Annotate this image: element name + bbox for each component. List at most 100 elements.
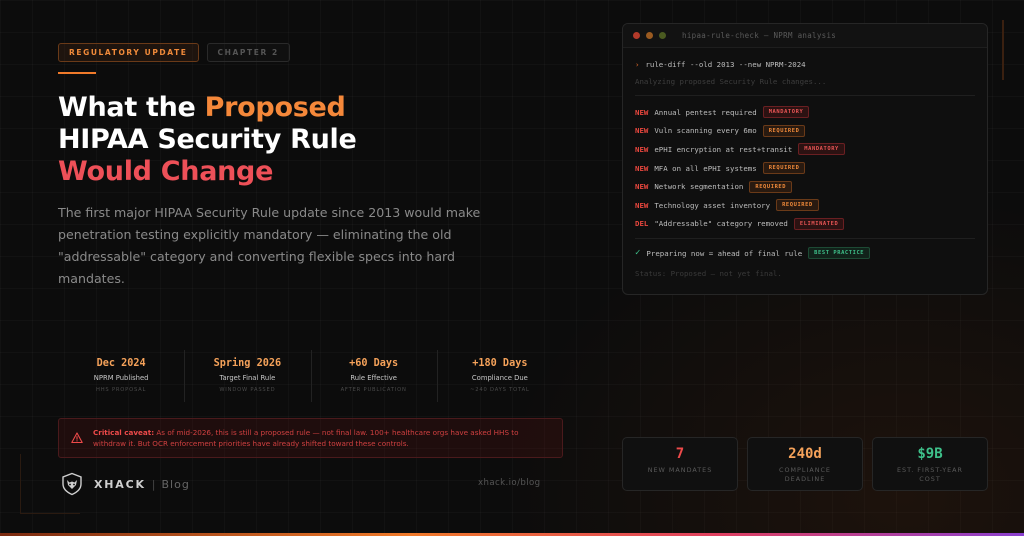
stat-value: $9B — [917, 446, 943, 462]
brand-section: Blog — [161, 477, 190, 491]
stat-card-first-year-cost: $9B EST. FIRST-YEAR COST — [872, 437, 988, 491]
diff-kind: NEW — [635, 163, 649, 173]
status-badge: REQUIRED — [749, 180, 793, 193]
command-text: rule-diff --old 2013 --new NPRM-2024 — [645, 60, 806, 69]
diff-text: "Addressable" category removed — [654, 219, 788, 229]
close-dot-icon[interactable] — [633, 32, 640, 39]
timeline-item: Spring 2026 Target Final Rule WINDOW PAS… — [184, 348, 310, 404]
timeline-label: Rule Effective — [350, 374, 397, 382]
tag-row: REGULATORY UPDATE CHAPTER 2 — [58, 43, 290, 62]
status-badge: REQUIRED — [762, 124, 806, 137]
chapter-tag: CHAPTER 2 — [206, 43, 290, 62]
timeline-sub: HHS PROPOSAL — [96, 387, 147, 393]
stat-label-line: COMPLIANCE — [779, 466, 831, 474]
timeline-item: +60 Days Rule Effective AFTER PUBLICATIO… — [310, 348, 437, 404]
stat-card-compliance-deadline: 240d COMPLIANCE DEADLINE — [747, 437, 863, 491]
timeline-item: +180 Days Compliance Due ~240 DAYS TOTAL — [436, 348, 563, 404]
timeline-sub: AFTER PUBLICATION — [340, 387, 407, 393]
terminal-divider — [635, 238, 975, 240]
maximize-dot-icon[interactable] — [659, 32, 666, 39]
terminal-body: › rule-diff --old 2013 --new NPRM-2024 An… — [623, 48, 987, 278]
stat-cards: 7 NEW MANDATES 240d COMPLIANCE DEADLINE $… — [622, 437, 988, 491]
ok-row: ✓ Preparing now = ahead of final rule BE… — [635, 244, 975, 263]
caveat-lead: Critical caveat: — [93, 428, 155, 437]
corner-accent — [20, 513, 80, 514]
corner-accent — [20, 454, 21, 514]
brand-name: XHACK — [94, 477, 146, 491]
timeline-date: +60 Days — [349, 358, 399, 369]
title-highlight-change: Would Change — [58, 156, 274, 187]
warning-icon — [71, 432, 83, 444]
status-badge: REQUIRED — [762, 162, 806, 175]
best-practice-badge: BEST PRACTICE — [808, 247, 871, 260]
diff-text: Network segmentation — [654, 182, 744, 192]
fox-shield-icon — [62, 472, 82, 496]
diff-text: Annual pentest required — [654, 107, 757, 117]
minimize-dot-icon[interactable] — [646, 32, 653, 39]
terminal-status: Status: Proposed — not yet final. — [635, 268, 782, 278]
stat-value: 240d — [788, 446, 822, 462]
diff-kind: DEL — [635, 219, 649, 229]
terminal-title: hipaa-rule-check — NPRM analysis — [682, 31, 837, 40]
blog-url-link[interactable]: xhack.io/blog — [478, 478, 541, 488]
diff-text: Technology asset inventory — [654, 200, 771, 210]
brand[interactable]: XHACK | Blog — [60, 472, 190, 496]
timeline-date: Spring 2026 — [213, 358, 282, 369]
title-part: HIPAA Security Rule — [58, 124, 357, 155]
stat-card-new-mandates: 7 NEW MANDATES — [622, 437, 738, 491]
timeline: Dec 2024 NPRM Published HHS PROPOSAL Spr… — [58, 348, 563, 404]
caveat-body: As of mid-2026, this is still a proposed… — [93, 428, 519, 448]
ok-text: Preparing now = ahead of final rule — [646, 248, 803, 258]
diff-row: DEL "Addressable" category removed ELIMI… — [635, 215, 975, 234]
title-part: What the — [58, 92, 205, 123]
timeline-label: Target Final Rule — [219, 374, 276, 382]
diff-row: NEW Vuln scanning every 6mo REQUIRED — [635, 122, 975, 141]
terminal-command: › rule-diff --old 2013 --new NPRM-2024 — [635, 60, 975, 69]
accent-divider — [58, 72, 96, 74]
diff-kind: NEW — [635, 107, 649, 117]
stat-label-line: COST — [919, 475, 941, 483]
timeline-sub: WINDOW PASSED — [219, 387, 276, 393]
terminal-titlebar: hipaa-rule-check — NPRM analysis — [623, 24, 987, 48]
diff-kind: NEW — [635, 144, 649, 154]
timeline-sub: ~240 DAYS TOTAL — [470, 387, 530, 393]
diff-text: ePHI encryption at rest+transit — [654, 144, 793, 154]
corner-accent — [1002, 20, 1004, 80]
timeline-date: +180 Days — [472, 358, 528, 369]
regulatory-update-tag: REGULATORY UPDATE — [58, 43, 199, 62]
timeline-item: Dec 2024 NPRM Published HHS PROPOSAL — [58, 348, 184, 404]
prompt-icon: › — [635, 60, 640, 69]
terminal-analyzing: Analyzing proposed Security Rule changes… — [635, 77, 827, 86]
page-title: What the Proposed HIPAA Security Rule Wo… — [58, 92, 478, 188]
diff-row: NEW Annual pentest required MANDATORY — [635, 103, 975, 122]
timeline-label: Compliance Due — [471, 374, 528, 382]
diff-row: NEW Technology asset inventory REQUIRED — [635, 196, 975, 215]
diff-kind: NEW — [635, 182, 649, 192]
stat-label: NEW MANDATES — [623, 466, 737, 475]
terminal-divider — [635, 95, 975, 96]
diff-row: NEW Network segmentation REQUIRED — [635, 177, 975, 196]
stat-label: EST. FIRST-YEAR COST — [873, 466, 987, 484]
stat-value: 7 — [675, 446, 685, 462]
status-badge: REQUIRED — [776, 199, 819, 212]
intro-paragraph: The first major HIPAA Security Rule upda… — [58, 205, 481, 286]
status-badge: MANDATORY — [762, 106, 810, 119]
diff-text: Vuln scanning every 6mo — [654, 126, 757, 136]
timeline-date: Dec 2024 — [96, 358, 146, 369]
status-badge: ELIMINATED — [793, 217, 845, 230]
stat-label: COMPLIANCE DEADLINE — [748, 466, 862, 484]
diff-text: MFA on all ePHI systems — [654, 163, 757, 173]
diff-row: NEW ePHI encryption at rest+transit MAND… — [635, 140, 975, 159]
timeline-label: NPRM Published — [93, 374, 149, 382]
caveat-alert: Critical caveat: As of mid-2026, this is… — [58, 418, 563, 458]
stat-label-line: EST. FIRST-YEAR — [897, 466, 963, 474]
check-icon: ✓ — [635, 248, 641, 259]
diff-row: NEW MFA on all ePHI systems REQUIRED — [635, 159, 975, 178]
brand-separator: | — [151, 477, 156, 491]
stat-label-line: NEW MANDATES — [647, 466, 713, 474]
terminal-window: hipaa-rule-check — NPRM analysis › rule-d… — [622, 23, 988, 295]
caveat-text: Critical caveat: As of mid-2026, this is… — [93, 427, 550, 449]
stat-label-line: DEADLINE — [784, 475, 826, 483]
diff-kind: NEW — [635, 126, 649, 136]
diff-kind: NEW — [635, 200, 649, 210]
